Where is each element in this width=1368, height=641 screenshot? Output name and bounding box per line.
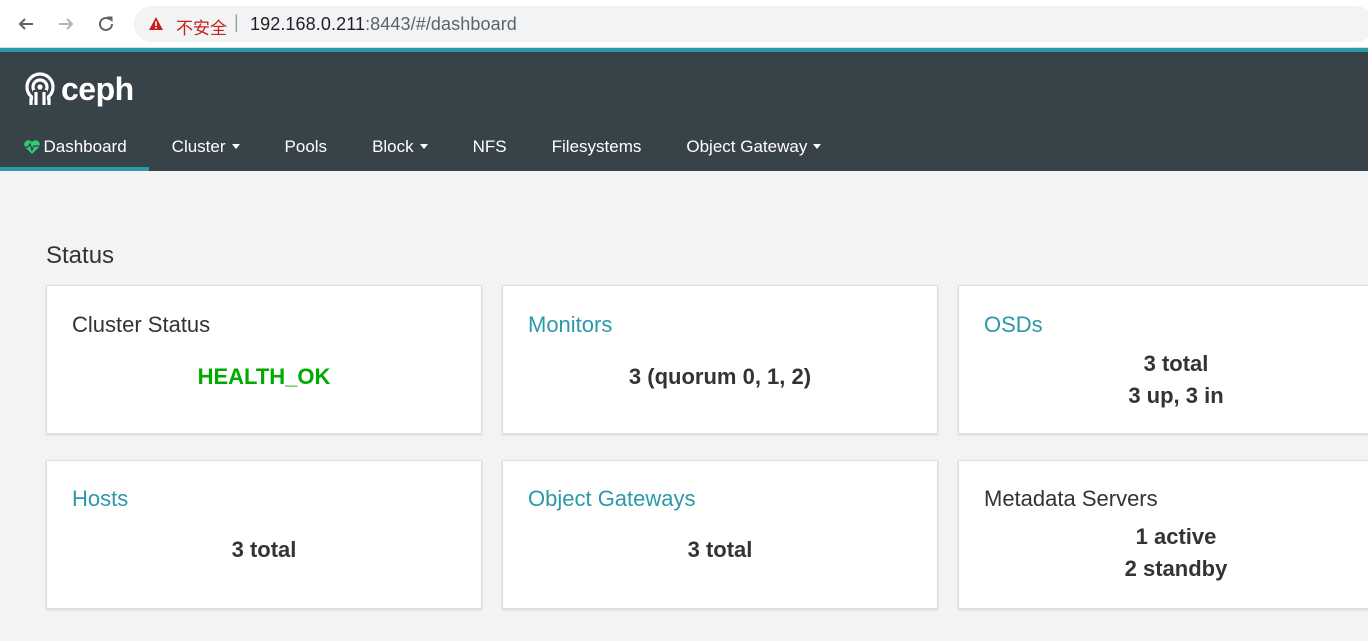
arrow-left-icon — [18, 18, 33, 30]
nav-cluster-label: Cluster — [171, 136, 226, 156]
nav-filesystems[interactable]: Filesystems — [529, 122, 664, 171]
card-object-gateways: Object Gateways 3 total — [502, 460, 938, 609]
nav-pools[interactable]: Pools — [262, 122, 350, 171]
nav-block[interactable]: Block — [350, 122, 451, 171]
main-menu: Dashboard Cluster Pools Block NFS Filesy… — [0, 122, 844, 171]
url-separator: | — [234, 12, 239, 32]
reload-icon — [99, 16, 113, 31]
nav-cluster[interactable]: Cluster — [149, 122, 262, 171]
hosts-value: 3 total — [231, 537, 297, 562]
card-metadata-servers: Metadata Servers 1 active 2 standby — [958, 460, 1368, 609]
nav-nfs-label: NFS — [472, 136, 507, 156]
ceph-navbar: ceph Dashboard Cluster Pools Block NFS F… — [0, 52, 1368, 171]
nav-object-gateway-label: Object Gateway — [686, 136, 808, 156]
browser-toolbar: 不安全 | 192.168.0.211:8443/#/dashboard — [0, 0, 1368, 48]
card-hosts: Hosts 3 total — [46, 460, 482, 609]
nav-dashboard-label: Dashboard — [43, 136, 127, 156]
card-monitors: Monitors 3 (quorum 0, 1, 2) — [502, 285, 938, 434]
card-cluster-status: Cluster Status HEALTH_OK — [46, 285, 482, 434]
monitors-value: 3 (quorum 0, 1, 2) — [628, 364, 812, 389]
warning-icon — [149, 17, 163, 30]
nav-block-label: Block — [372, 136, 414, 156]
back-button[interactable] — [14, 12, 38, 36]
reload-button[interactable] — [94, 12, 118, 36]
ceph-logo[interactable]: ceph — [24, 72, 134, 106]
forward-button[interactable] — [54, 12, 78, 36]
card-osds: OSDs 3 total 3 up, 3 in — [958, 285, 1368, 434]
nav-object-gateway[interactable]: Object Gateway — [664, 122, 844, 171]
osds-up-in: 3 up, 3 in — [1128, 383, 1224, 408]
nav-nfs[interactable]: NFS — [450, 122, 529, 171]
arrow-right-icon — [59, 18, 74, 30]
mds-active: 1 active — [1135, 524, 1217, 549]
caret-down-icon — [813, 144, 822, 149]
heartbeat-icon — [23, 139, 41, 155]
object-gateways-value: 3 total — [687, 537, 753, 562]
url-text[interactable]: 192.168.0.211:8443/#/dashboard — [250, 14, 517, 35]
osds-total: 3 total — [1143, 351, 1209, 376]
brand-name: ceph — [61, 71, 134, 107]
caret-down-icon — [231, 144, 240, 149]
nav-pools-label: Pools — [284, 136, 328, 156]
health-status: HEALTH_OK — [197, 364, 331, 389]
monitors-link[interactable]: Monitors — [528, 312, 612, 338]
card-title: Metadata Servers — [984, 486, 1158, 511]
url-path: :8443/#/dashboard — [365, 14, 517, 34]
insecure-label[interactable]: 不安全 — [176, 14, 227, 39]
nav-filesystems-label: Filesystems — [551, 136, 642, 156]
section-title-status: Status — [46, 242, 115, 269]
url-host: 192.168.0.211 — [250, 14, 366, 34]
nav-dashboard[interactable]: Dashboard — [0, 122, 150, 171]
object-gateways-link[interactable]: Object Gateways — [528, 486, 696, 512]
card-title: Cluster Status — [72, 312, 211, 337]
address-bar[interactable]: 不安全 | 192.168.0.211:8443/#/dashboard — [134, 6, 1368, 42]
hosts-link[interactable]: Hosts — [72, 486, 128, 512]
osds-link[interactable]: OSDs — [984, 312, 1043, 338]
ceph-logo-icon — [25, 72, 55, 106]
caret-down-icon — [419, 144, 428, 149]
mds-standby: 2 standby — [1124, 556, 1228, 581]
